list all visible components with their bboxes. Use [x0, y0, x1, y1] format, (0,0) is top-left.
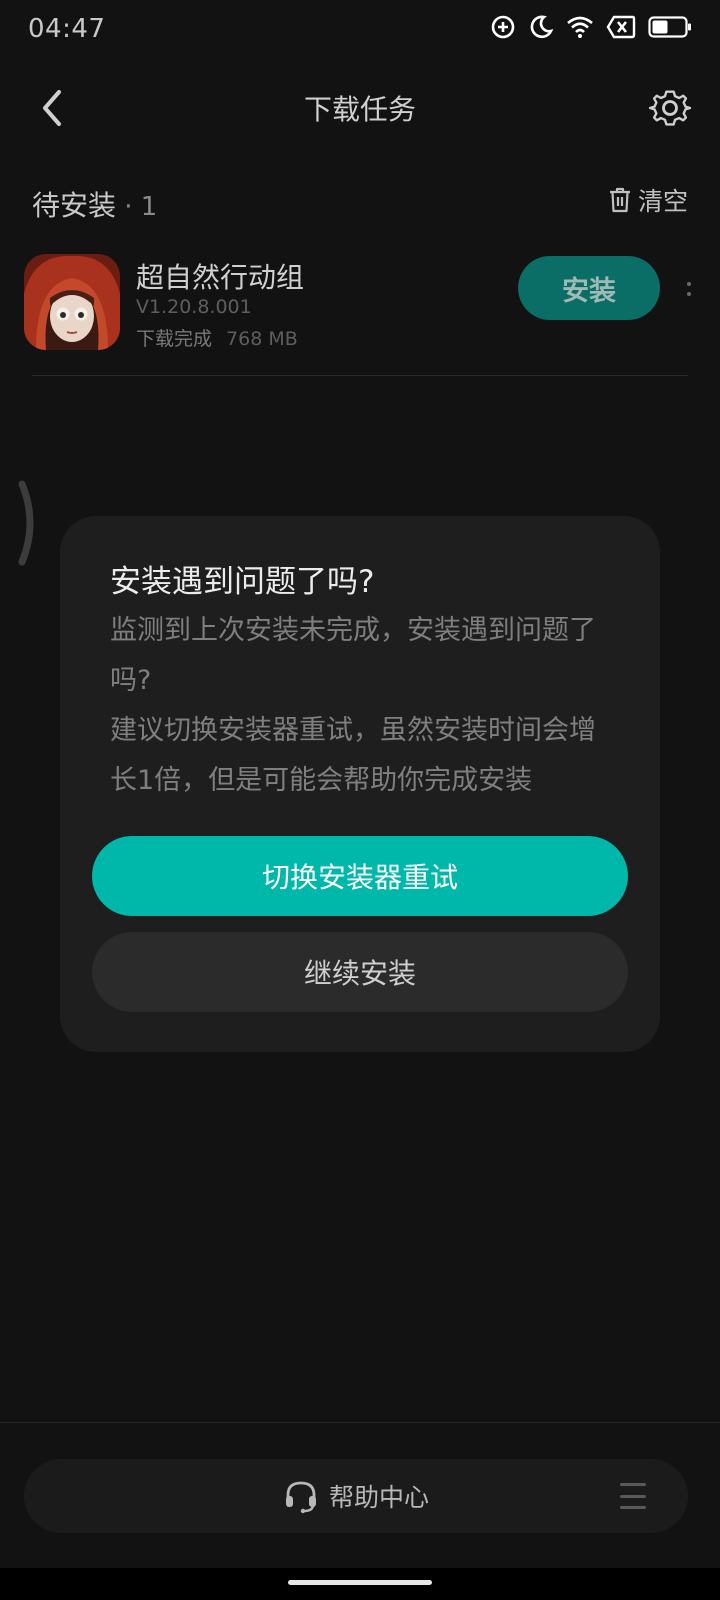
gear-icon	[648, 90, 692, 126]
install-problem-dialog: 安装遇到问题了吗? 监测到上次安装未完成，安装遇到问题了吗? 建议切换安装器重试…	[60, 516, 660, 1052]
moon-icon	[530, 15, 554, 39]
continue-install-button[interactable]: 继续安装	[92, 932, 628, 1012]
section-title-label: 待安装	[32, 189, 117, 222]
data-saver-icon	[491, 15, 515, 39]
settings-button[interactable]	[648, 86, 692, 130]
no-sim-icon	[606, 15, 636, 39]
more-dot-icon	[687, 292, 691, 296]
download-tasks-screen: 04:47 下载任务 待安装 · 1 清空 超自然行动组 V1.20.8.001…	[0, 0, 720, 1600]
app-icon	[24, 254, 120, 350]
help-center-button[interactable]: 帮助中心	[24, 1459, 688, 1533]
status-time: 04:47	[28, 14, 106, 44]
menu-icon[interactable]	[620, 1483, 646, 1509]
more-dot-icon	[687, 282, 691, 286]
home-indicator[interactable]	[288, 1580, 432, 1585]
section-title: 待安装 · 1	[32, 184, 157, 224]
trash-icon	[609, 187, 630, 213]
app-name: 超自然行动组	[136, 261, 305, 294]
header: 下载任务	[0, 68, 720, 148]
divider	[32, 375, 688, 376]
dialog-message: 监测到上次安装未完成，安装遇到问题了吗? 建议切换安装器重试，虽然安装时间会增长…	[110, 615, 596, 796]
navigation-bar	[0, 1568, 720, 1600]
section-count: · 1	[116, 192, 158, 222]
status-bar: 04:47	[0, 0, 720, 60]
download-status: 下载完成	[136, 328, 213, 350]
pending-install-section-header: 待安装 · 1 清空	[32, 178, 688, 228]
side-arc-icon	[18, 480, 34, 566]
app-version: V1.20.8.001	[136, 296, 252, 318]
clear-button[interactable]: 清空	[608, 182, 688, 218]
clear-label: 清空	[637, 187, 688, 216]
app-status: 下载完成 768 MB	[136, 324, 298, 351]
file-size: 768 MB	[226, 328, 298, 350]
dialog-title: 安装遇到问题了吗?	[110, 564, 375, 600]
download-item[interactable]: 超自然行动组 V1.20.8.001 下载完成 768 MB 安装	[24, 250, 696, 350]
status-icons	[490, 14, 692, 40]
battery-icon	[648, 16, 691, 38]
help-center-label: 帮助中心	[328, 1483, 429, 1512]
install-button[interactable]: 安装	[518, 256, 660, 320]
wifi-icon	[567, 16, 593, 38]
page-title: 下载任务	[303, 93, 416, 126]
more-options-button[interactable]	[684, 274, 694, 304]
help-bar: 帮助中心	[24, 1459, 688, 1533]
switch-installer-retry-button[interactable]: 切换安装器重试	[92, 836, 628, 916]
headset-icon	[285, 1481, 316, 1514]
